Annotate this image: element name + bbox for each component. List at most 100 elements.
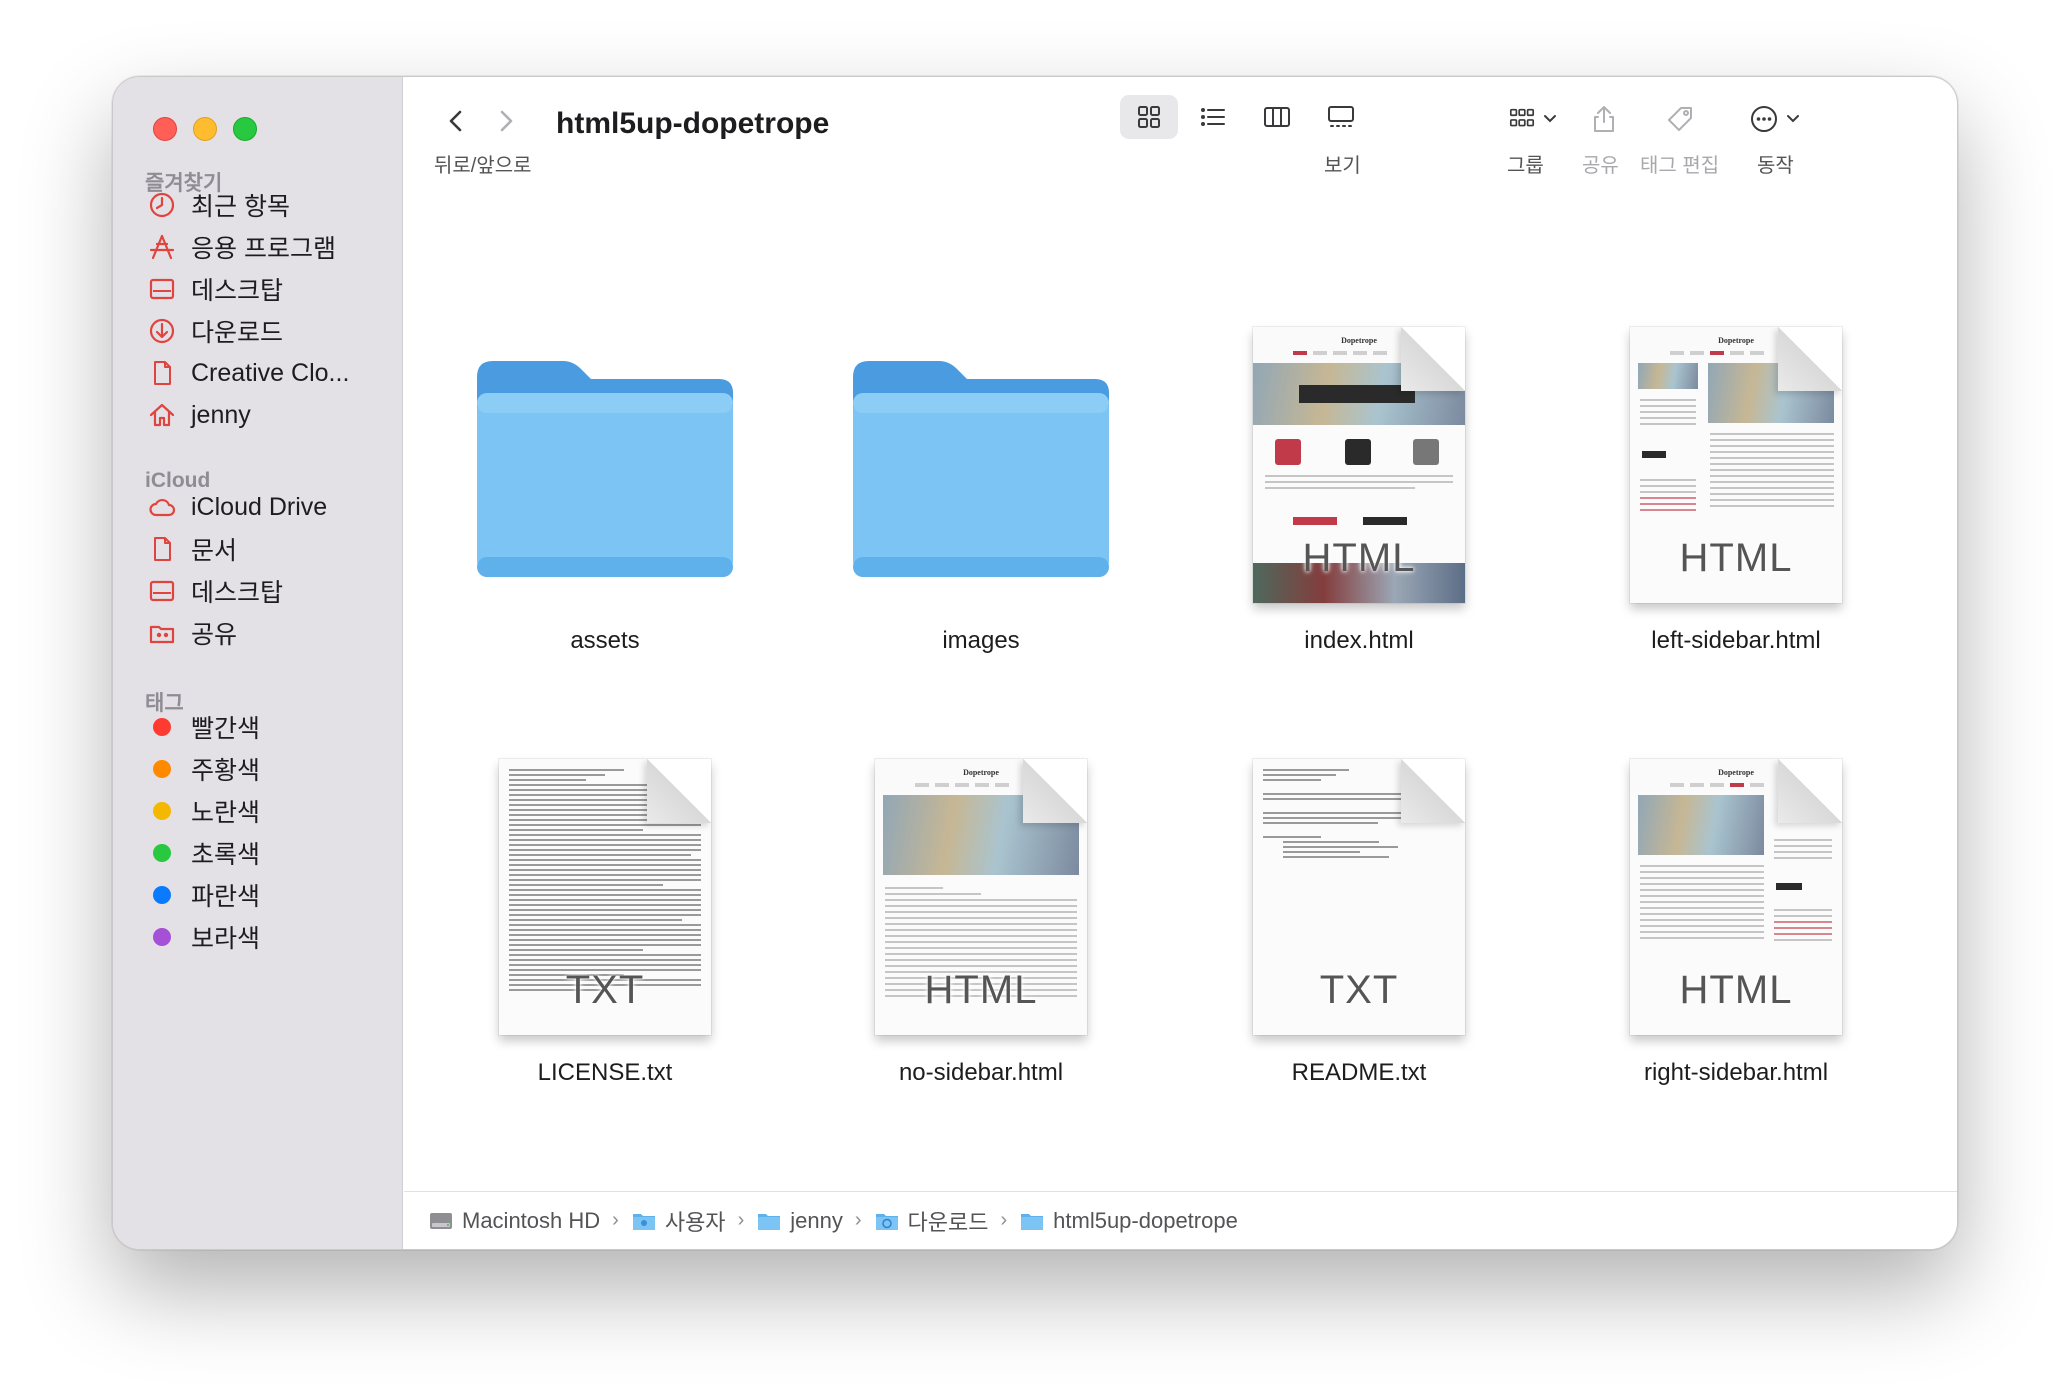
sidebar-item-shared[interactable]: 공유 (147, 613, 237, 653)
columns-icon (1264, 107, 1290, 127)
thumb-feature-icon (1345, 439, 1371, 465)
shared-folder-icon (147, 618, 177, 648)
thumb-main-text (1710, 433, 1834, 511)
html-thumbnail: Dopetrope HTML (811, 747, 1151, 1047)
icon-view-button[interactable] (1120, 95, 1178, 139)
download-icon (147, 316, 177, 346)
sidebar-item-label: 빨간색 (191, 715, 261, 743)
tag-color-dot (153, 802, 171, 820)
sidebar-tag-orange[interactable]: 주황색 (147, 749, 260, 789)
view-mode-segment (1120, 95, 1370, 139)
path-item-macintosh-hd[interactable]: Macintosh HD (428, 1208, 600, 1234)
path-item-label: html5up-dopetrope (1053, 1207, 1238, 1233)
file-name: no-sidebar.html (898, 1059, 1064, 1086)
file-item-images[interactable]: images (811, 315, 1151, 655)
thumb-sidebar-text (1640, 399, 1696, 429)
file-item-license-txt[interactable]: TXT LICENSE.txt (435, 747, 775, 1087)
cloud-icon (147, 492, 177, 522)
sidebar-item-creative-cloud[interactable]: Creative Clo... (147, 353, 349, 393)
path-item-downloads[interactable]: 다운로드 (874, 1205, 989, 1237)
path-item-jenny[interactable]: jenny (756, 1208, 843, 1234)
sidebar-item-home[interactable]: jenny (147, 395, 251, 435)
thumb-banner (1299, 385, 1415, 403)
page-fold (647, 759, 711, 823)
column-view-button[interactable] (1248, 95, 1306, 139)
page-fold (1778, 759, 1842, 823)
html-file-icon: Dopetrope HTML (875, 759, 1087, 1035)
sidebar-item-label: 응용 프로그램 (191, 235, 336, 263)
file-name: left-sidebar.html (1651, 627, 1821, 654)
sidebar-tag-blue[interactable]: 파란색 (147, 875, 260, 915)
file-item-no-sidebar-html[interactable]: Dopetrope HTML no-sidebar.html (811, 747, 1151, 1087)
sidebar-tag-yellow[interactable]: 노란색 (147, 791, 260, 831)
action-button[interactable] (1742, 97, 1808, 141)
sidebar-tag-purple[interactable]: 보라색 (147, 917, 260, 957)
html-thumbnail: Dopetrope HTML (1566, 747, 1906, 1047)
home-icon (147, 400, 177, 430)
text-thumbnail: TXT (435, 747, 775, 1047)
sidebar-item-icloud-desktop[interactable]: 데스크탑 (147, 571, 283, 611)
sidebar-item-label: 문서 (191, 537, 238, 565)
thumb-feature-icon (1413, 439, 1439, 465)
file-type-badge: HTML (1302, 536, 1416, 580)
thumb-sidebar-text (1774, 839, 1832, 863)
action-label: 동작 (1757, 155, 1794, 177)
sidebar-item-applications[interactable]: 응용 프로그램 (147, 227, 336, 267)
file-item-assets[interactable]: assets (435, 315, 775, 655)
desktop-icon (147, 274, 177, 304)
thumb-sidebar-links (1640, 479, 1696, 515)
thumb-main-image (1638, 795, 1764, 855)
path-item-users[interactable]: 사용자 (631, 1205, 726, 1237)
forward-button[interactable] (486, 103, 526, 139)
thumb-button (1776, 883, 1802, 890)
file-grid: assets images Dopetrope HTML index.html … (404, 207, 1957, 1191)
file-item-right-sidebar-html[interactable]: Dopetrope HTML right-sidebar.html (1566, 747, 1906, 1087)
sidebar-item-icloud-drive[interactable]: iCloud Drive (147, 487, 327, 527)
zoom-button[interactable] (233, 117, 257, 141)
close-button[interactable] (153, 117, 177, 141)
sidebar-item-documents[interactable]: 문서 (147, 529, 237, 569)
sidebar-item-downloads[interactable]: 다운로드 (147, 311, 283, 351)
thumb-button (1293, 517, 1337, 525)
document-icon (147, 358, 177, 388)
thumb-main-text (1640, 865, 1764, 943)
chevron-right-icon (500, 110, 513, 132)
sidebar-tag-red[interactable]: 빨간색 (147, 707, 260, 747)
html-thumbnail: Dopetrope HTML (1189, 315, 1529, 615)
path-separator: › (1000, 1209, 1008, 1231)
file-type-badge: HTML (1679, 536, 1793, 580)
html-file-icon: Dopetrope HTML (1630, 759, 1842, 1035)
group-button[interactable] (1498, 97, 1568, 141)
gallery-view-button[interactable] (1312, 95, 1370, 139)
list-view-button[interactable] (1184, 95, 1242, 139)
sidebar-item-label: 보라색 (191, 925, 261, 953)
window-controls (153, 117, 257, 141)
file-type-badge: TXT (1319, 968, 1399, 1012)
sidebar-item-label: 노란색 (191, 799, 261, 827)
minimize-button[interactable] (193, 117, 217, 141)
sidebar-item-recents[interactable]: 최근 항목 (147, 185, 290, 225)
file-type-badge: HTML (924, 968, 1038, 1012)
sidebar-tag-green[interactable]: 초록색 (147, 833, 260, 873)
file-item-readme-txt[interactable]: TXT README.txt (1189, 747, 1529, 1087)
clock-icon (147, 190, 177, 220)
html-file-icon: Dopetrope HTML (1253, 327, 1465, 603)
edit-tags-button[interactable] (1660, 97, 1700, 141)
folder-icon (758, 1213, 781, 1230)
share-button[interactable] (1584, 97, 1624, 141)
list-icon (1201, 108, 1225, 126)
sidebar-item-label: 주황색 (191, 757, 261, 785)
folder-icon (435, 315, 775, 615)
file-name: LICENSE.txt (537, 1059, 673, 1086)
path-item-label: 다운로드 (907, 1209, 989, 1235)
sidebar-item-desktop[interactable]: 데스크탑 (147, 269, 283, 309)
path-item-current-folder[interactable]: html5up-dopetrope (1019, 1208, 1238, 1234)
back-button[interactable] (436, 103, 476, 139)
chevron-left-icon (449, 110, 462, 132)
file-item-index-html[interactable]: Dopetrope HTML index.html (1189, 315, 1529, 655)
thumb-text (1265, 475, 1453, 493)
folder-icon (632, 1213, 655, 1230)
sidebar-item-label: 데스크탑 (191, 579, 284, 607)
file-item-left-sidebar-html[interactable]: Dopetrope HTML left-sidebar.html (1566, 315, 1906, 655)
html-file-icon: Dopetrope HTML (1630, 327, 1842, 603)
